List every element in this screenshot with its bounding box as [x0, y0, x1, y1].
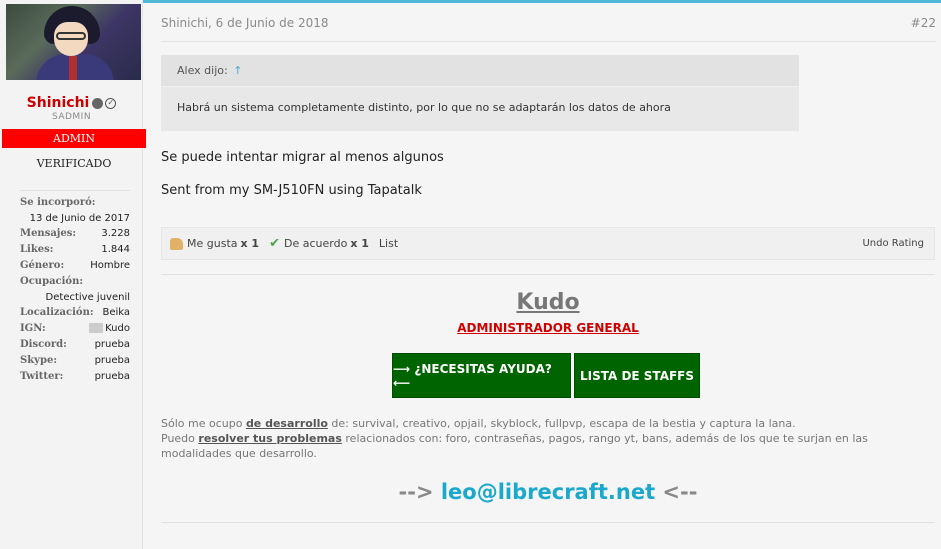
- signature-divider: [161, 274, 935, 275]
- quote-author: Alex dijo:: [177, 64, 228, 77]
- email-arrow-right: <--: [655, 480, 698, 504]
- info-row-skype: Skype: prueba: [20, 353, 130, 369]
- verified-check-icon: ✓: [105, 97, 117, 109]
- sig-line1-post: de: survival, creativo, opjail, skyblock…: [327, 417, 796, 430]
- sig-line2-pre: Puedo: [161, 432, 199, 445]
- info-value: 13 de Junio de 2017: [29, 213, 130, 224]
- info-label: Twitter:: [20, 371, 64, 382]
- info-value: 3.228: [101, 228, 130, 239]
- username-text[interactable]: Shinichi: [27, 95, 90, 111]
- email-address[interactable]: leo@librecraft.net: [441, 480, 655, 504]
- sig-line2-link: resolver tus problemas: [198, 432, 342, 445]
- undo-rating-link[interactable]: Undo Rating: [862, 238, 924, 249]
- gear-icon: [92, 97, 104, 109]
- info-label: Mensajes:: [20, 228, 77, 239]
- signature-name: Kudo: [516, 290, 580, 315]
- info-row-likes: Likes: 1.844: [20, 242, 130, 258]
- post-header: Shinichi, 6 de Junio de 2018 #22: [161, 16, 936, 42]
- avatar[interactable]: [6, 4, 141, 80]
- avatar-tie: [69, 56, 77, 80]
- info-label: IGN:: [20, 323, 46, 334]
- minecraft-head-icon: [89, 323, 104, 333]
- message-line: Sent from my SM-J510FN using Tapatalk: [161, 183, 422, 198]
- avatar-glasses: [56, 32, 86, 40]
- info-row-discord: Discord: prueba: [20, 337, 130, 353]
- email-arrow-left: -->: [398, 480, 441, 504]
- quote-jump-arrow-icon[interactable]: ↑: [233, 64, 242, 77]
- user-info: Se incorporó: 13 de Junio de 2017 Mensaj…: [20, 190, 130, 385]
- agree-count: x 1: [350, 237, 369, 250]
- thumbs-up-icon: [170, 237, 183, 250]
- ratings-bar: Me gusta x 1 ✔ De acuerdo x 1 List Undo …: [161, 227, 935, 260]
- sig-line1-pre: Sólo me ocupo: [161, 417, 246, 430]
- info-label: Likes:: [20, 244, 54, 255]
- info-row-joined: Se incorporó:: [20, 195, 130, 211]
- info-row-messages: Mensajes: 3.228: [20, 226, 130, 242]
- info-label: Género:: [20, 260, 65, 271]
- info-value: prueba: [94, 371, 130, 382]
- info-label: Localización:: [20, 307, 94, 318]
- ign-text: Kudo: [105, 323, 130, 334]
- info-label: Ocupación:: [20, 276, 84, 287]
- info-value: prueba: [94, 355, 130, 366]
- quote-text: Habrá un sistema completamente distinto,…: [177, 101, 671, 114]
- quote-block: Alex dijo: ↑ Habrá un sistema completame…: [161, 55, 799, 131]
- quote-header: Alex dijo: ↑: [161, 55, 799, 87]
- agree-label[interactable]: De acuerdo: [284, 237, 347, 250]
- info-label: Se incorporó:: [20, 197, 96, 208]
- info-row-twitter: Twitter: prueba: [20, 369, 130, 385]
- verified-banner: VERIFICADO: [36, 157, 112, 170]
- user-title: SADMIN: [51, 112, 92, 122]
- sig-line1-link: de desarrollo: [245, 417, 328, 430]
- post-number[interactable]: #22: [911, 16, 936, 41]
- info-value: 1.844: [101, 244, 130, 255]
- signature-text: Sólo me ocupo de desarrollo de: survival…: [161, 416, 921, 461]
- info-value: Kudo: [89, 321, 130, 337]
- admin-banner: ADMIN: [2, 129, 146, 148]
- info-value: Beika: [102, 307, 130, 318]
- ratings-list-link[interactable]: List: [379, 237, 398, 250]
- info-row-location: Localización: Beika: [20, 305, 130, 321]
- help-button[interactable]: ⟶ ¿NECESITAS AYUDA? ⟵: [392, 353, 571, 398]
- info-label: Skype:: [20, 355, 58, 366]
- info-row-occupation: Ocupación:: [20, 274, 130, 290]
- signature-email: --> leo@librecraft.net <--: [161, 480, 935, 504]
- accent-top-line: [143, 0, 941, 3]
- info-label: Discord:: [20, 339, 67, 350]
- user-sidebar: Shinichi ✓ SADMIN ADMIN VERIFICADO Se inc…: [0, 0, 146, 549]
- info-value: prueba: [94, 339, 130, 350]
- post-bottom-divider: [161, 522, 935, 523]
- username[interactable]: Shinichi ✓: [0, 95, 143, 111]
- info-row-gender: Género: Hombre: [20, 258, 130, 274]
- info-value: Detective juvenil: [45, 292, 130, 303]
- staff-list-button[interactable]: LISTA DE STAFFS: [574, 353, 700, 398]
- post-meta[interactable]: Shinichi, 6 de Junio de 2018: [161, 16, 329, 41]
- signature-role: ADMINISTRADOR GENERAL: [457, 321, 639, 335]
- like-count: x 1: [240, 237, 260, 250]
- like-label[interactable]: Me gusta: [187, 237, 238, 250]
- message-line: Se puede intentar migrar al menos alguno…: [161, 150, 444, 165]
- info-row-ign: IGN: Kudo: [20, 321, 130, 337]
- info-value: Hombre: [90, 260, 130, 271]
- check-icon: ✔: [269, 236, 280, 251]
